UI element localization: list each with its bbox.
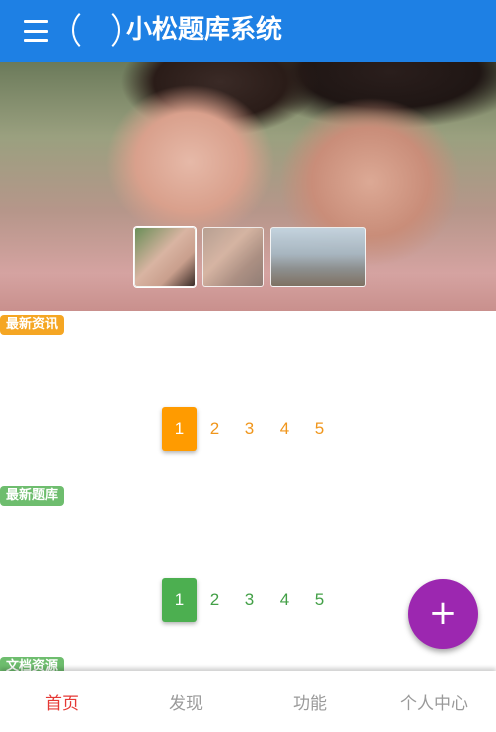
carousel-thumbnail[interactable] (134, 227, 196, 287)
carousel-thumbnail[interactable] (270, 227, 366, 287)
page-button[interactable]: 5 (302, 578, 337, 622)
menu-bar (24, 29, 48, 33)
page-button[interactable]: 3 (232, 407, 267, 451)
nav-item-home[interactable]: 首页 (0, 671, 124, 732)
page-button[interactable]: 3 (232, 578, 267, 622)
section-tag-news: 最新资讯 (0, 315, 65, 335)
news-pagination: 1 2 3 4 5 (162, 407, 337, 451)
hamburger-menu-icon[interactable] (22, 18, 50, 44)
page-button[interactable]: 1 (162, 578, 197, 622)
menu-bar (24, 39, 48, 42)
page-button[interactable]: 5 (302, 407, 337, 451)
app-header: 小松题库系统 (0, 0, 496, 62)
add-fab-button[interactable]: + (408, 579, 478, 649)
carousel-thumbnail[interactable] (202, 227, 264, 287)
nav-item-profile[interactable]: 个人中心 (372, 671, 496, 732)
nav-item-discover[interactable]: 发现 (124, 671, 248, 732)
page-button[interactable]: 2 (197, 407, 232, 451)
banner-carousel[interactable] (0, 62, 496, 311)
app-title: 小松题库系统 (126, 15, 283, 45)
page-button[interactable]: 4 (267, 578, 302, 622)
page-button[interactable]: 1 (162, 407, 197, 451)
carousel-thumbnails (134, 227, 366, 287)
menu-bar (24, 20, 48, 23)
nav-item-functions[interactable]: 功能 (248, 671, 372, 732)
section-tag-question-bank: 最新题库 (0, 486, 65, 506)
bottom-navigation: 首页 发现 功能 个人中心 (0, 671, 496, 732)
logo-icon[interactable] (72, 6, 120, 54)
page-button[interactable]: 2 (197, 578, 232, 622)
question-bank-pagination: 1 2 3 4 5 (162, 578, 337, 622)
page-button[interactable]: 4 (267, 407, 302, 451)
